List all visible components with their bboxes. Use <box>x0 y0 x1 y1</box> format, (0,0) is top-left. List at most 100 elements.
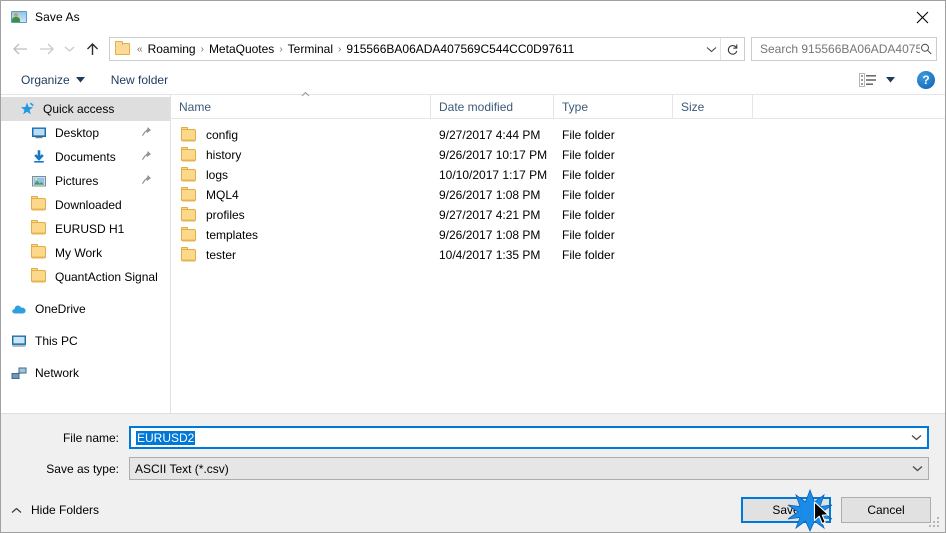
breadcrumb-item-1[interactable]: MetaQuotes <box>206 42 277 56</box>
file-date: 10/10/2017 1:17 PM <box>439 168 548 182</box>
save-button[interactable]: Save <box>741 497 831 523</box>
view-options-button[interactable] <box>857 71 879 89</box>
column-header-label: Name <box>179 99 212 114</box>
forward-arrow-icon <box>39 43 54 55</box>
filename-value-wrap: EURUSD2 <box>131 430 905 445</box>
table-row[interactable]: templates 9/26/2017 1:08 PM File folder <box>171 225 945 245</box>
table-row[interactable]: tester 10/4/2017 1:35 PM File folder <box>171 245 945 265</box>
network-icon <box>11 365 27 381</box>
column-header-name[interactable]: Name <box>171 91 431 119</box>
this-pc-icon <box>12 335 26 347</box>
file-type: File folder <box>562 228 615 242</box>
close-button[interactable] <box>899 1 945 33</box>
sort-ascending-icon <box>301 91 310 96</box>
sidebar-item-documents[interactable]: Documents <box>1 145 170 169</box>
pin-icon[interactable] <box>141 174 152 185</box>
search-input[interactable]: Search 915566BA06ADA40756... <box>751 37 937 61</box>
file-name: profiles <box>206 208 245 222</box>
up-arrow-icon <box>86 42 98 55</box>
sidebar-item-quick-access[interactable]: Quick access <box>1 97 170 121</box>
sidebar-item-onedrive[interactable]: OneDrive <box>1 297 170 321</box>
filename-label: File name: <box>62 430 119 445</box>
view-dropdown-button[interactable] <box>879 71 901 89</box>
table-row[interactable]: profiles 9/27/2017 4:21 PM File folder <box>171 205 945 225</box>
caret-down-icon <box>75 76 85 82</box>
resize-grip-icon[interactable] <box>929 517 941 529</box>
cancel-button[interactable]: Cancel <box>841 497 931 523</box>
sidebar-item-pictures[interactable]: Pictures <box>1 169 170 193</box>
caret-down-icon <box>885 76 895 82</box>
dialog-body: Quick access Desktop Documents Pictures Down… <box>1 91 945 413</box>
onedrive-cloud-icon <box>12 305 26 314</box>
forward-button[interactable] <box>33 36 59 62</box>
column-header-type[interactable]: Type <box>554 94 673 119</box>
help-button[interactable]: ? <box>917 70 935 89</box>
file-name-cell: MQL4 <box>171 187 431 202</box>
breadcrumb-item-3[interactable]: 915566BA06ADA407569C544CC0D97611 <box>343 42 577 56</box>
breadcrumb-overflow[interactable]: « <box>135 44 145 55</box>
search-icon <box>920 43 932 55</box>
breadcrumb-item-2[interactable]: Terminal <box>285 42 336 56</box>
hide-folders-label: Hide Folders <box>31 503 100 517</box>
sidebar-item-label: EURUSD H1 <box>55 222 125 236</box>
address-dropdown-button[interactable] <box>702 38 720 60</box>
file-date: 9/26/2017 1:08 PM <box>439 228 541 242</box>
sidebar-item-label: My Work <box>55 246 103 260</box>
sidebar-item-label: Documents <box>55 150 116 164</box>
chevron-down-icon <box>706 46 716 52</box>
file-date: 9/27/2017 4:21 PM <box>439 208 541 222</box>
pin-icon[interactable] <box>141 150 152 161</box>
chevron-down-icon <box>911 435 921 441</box>
sidebar-item-network[interactable]: Network <box>1 361 170 385</box>
folder-icon <box>31 196 47 211</box>
column-header-date-modified[interactable]: Date modified <box>431 94 554 119</box>
file-name: MQL4 <box>206 188 239 202</box>
this-pc-icon <box>11 333 27 349</box>
file-list-rows: config 9/27/2017 4:44 PM File folder histor… <box>171 119 945 413</box>
table-row[interactable]: MQL4 9/26/2017 1:08 PM File folder <box>171 185 945 205</box>
filetype-dropdown-button[interactable] <box>906 458 928 479</box>
recent-locations-button[interactable] <box>59 36 79 62</box>
help-label: ? <box>922 72 930 87</box>
documents-download-icon <box>31 149 47 165</box>
folder-icon <box>31 220 47 235</box>
sidebar-item-desktop[interactable]: Desktop <box>1 121 170 145</box>
new-folder-button[interactable]: New folder <box>105 68 174 92</box>
navigation-bar: « Roaming › MetaQuotes › Terminal › 9155… <box>1 33 945 65</box>
refresh-button[interactable] <box>720 38 744 60</box>
breadcrumb-item-0[interactable]: Roaming <box>145 42 199 56</box>
sidebar-item-my-work[interactable]: My Work <box>1 241 170 265</box>
onedrive-cloud-icon <box>11 301 27 317</box>
documents-download-icon <box>34 150 44 163</box>
pin-icon[interactable] <box>141 126 152 137</box>
filename-dropdown-button[interactable] <box>905 428 927 447</box>
sidebar-item-downloaded[interactable]: Downloaded <box>1 193 170 217</box>
sidebar-item-label: Desktop <box>55 126 100 140</box>
address-bar[interactable]: « Roaming › MetaQuotes › Terminal › 9155… <box>109 37 745 61</box>
column-header-size[interactable]: Size <box>673 94 753 119</box>
sidebar-item-eurusd-h1[interactable]: EURUSD H1 <box>1 217 170 241</box>
file-name-cell: templates <box>171 227 431 242</box>
file-name: logs <box>206 168 229 182</box>
file-date: 9/27/2017 4:44 PM <box>439 128 541 142</box>
table-row[interactable]: config 9/27/2017 4:44 PM File folder <box>171 125 945 145</box>
folder-icon <box>31 268 47 285</box>
save-as-dialog: Save As « Roaming › MetaQuotes › Termina… <box>0 0 946 533</box>
folder-icon <box>181 227 197 242</box>
save-form: File name: EURUSD2 Save as type: ASCII T… <box>1 413 945 488</box>
up-button[interactable] <box>79 36 105 62</box>
hide-folders-button[interactable]: Hide Folders <box>11 503 99 517</box>
folder-icon <box>115 41 130 55</box>
filename-input[interactable]: EURUSD2 <box>129 426 929 449</box>
table-row[interactable]: logs 10/10/2017 1:17 PM File folder <box>171 165 945 185</box>
back-button[interactable] <box>7 36 33 62</box>
recent-locations-chevron-icon <box>64 46 74 52</box>
filetype-select[interactable]: ASCII Text (*.csv) <box>129 457 929 480</box>
organize-button[interactable]: Organize <box>15 68 91 92</box>
file-name: config <box>206 128 239 142</box>
sidebar-item-this-pc[interactable]: This PC <box>1 329 170 353</box>
table-row[interactable]: history 9/26/2017 10:17 PM File folder <box>171 145 945 165</box>
window-title: Save As <box>35 10 80 24</box>
file-type: File folder <box>562 128 615 142</box>
sidebar-item-quantaction-signal[interactable]: QuantAction Signal <box>1 265 170 289</box>
